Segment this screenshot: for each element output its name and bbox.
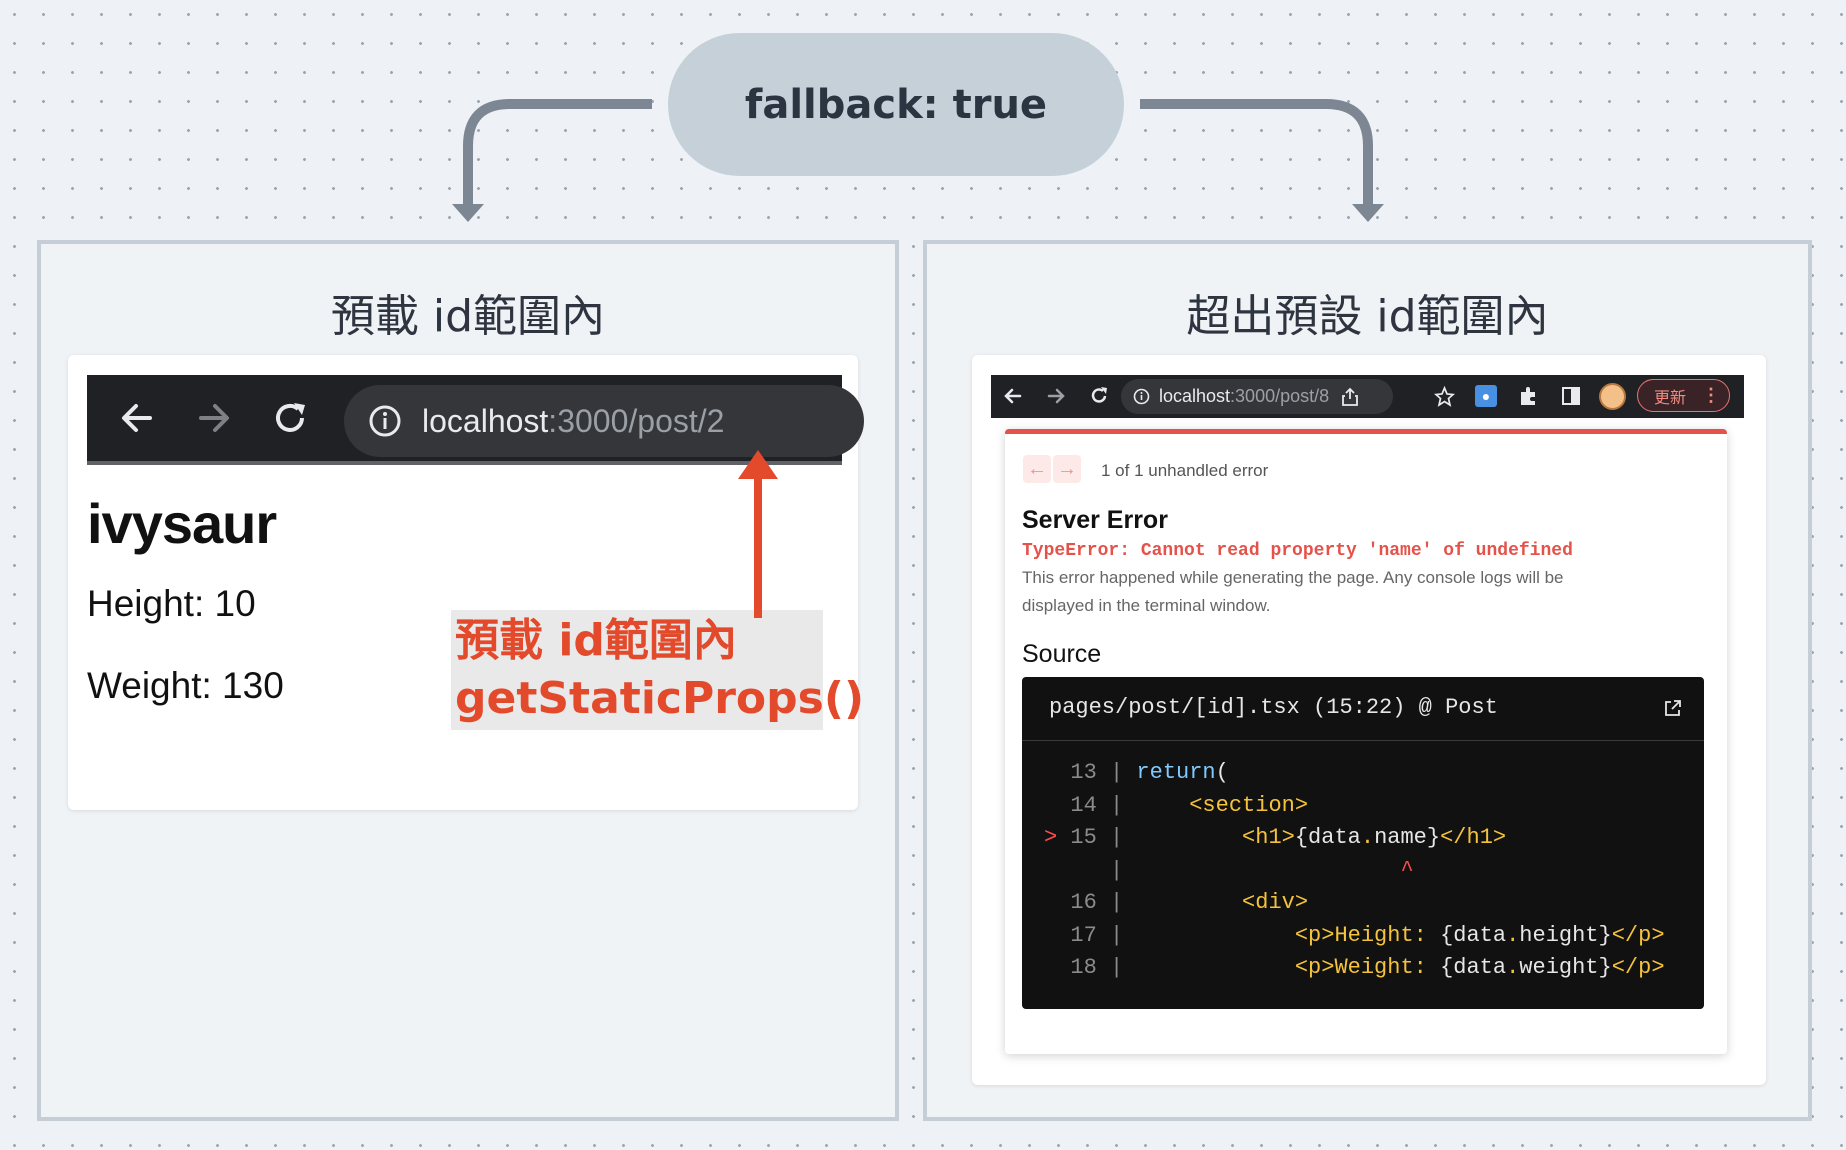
code-lines: 13 | return( 14 | <section> > 15 | <h1>{… [1044, 757, 1665, 985]
forward-icon[interactable] [1046, 386, 1066, 406]
code-line-13: 13 | return( [1044, 760, 1229, 785]
code-divider [1022, 740, 1704, 741]
code-line-18: 18 | <p>Weight: {data.weight}</p> [1044, 955, 1665, 980]
code-line-caret: | ^ [1044, 857, 1414, 883]
left-url-path: :3000/post/2 [548, 402, 725, 439]
update-label: 更新 [1654, 387, 1687, 407]
left-arrow [463, 99, 652, 210]
source-file: pages/post/[id].tsx (15:22) @ Post [1049, 695, 1498, 720]
annotation-line1: 預載 id範圍內 [455, 615, 737, 666]
left-screenshot: localhost:3000/post/2 ivysaur Height: 10… [68, 355, 865, 810]
fallback-label: fallback: true [668, 33, 1124, 176]
right-screenshot: localhost:3000/post/8 ● 更新 ⋮ ← → 1 of 1 … [972, 355, 1766, 1085]
update-button[interactable]: 更新 ⋮ [1637, 379, 1730, 412]
profile-avatar[interactable] [1599, 383, 1626, 410]
annotation-arrow [738, 450, 778, 618]
puzzle-extensions-icon[interactable] [1517, 385, 1539, 407]
left-panel-title: 預載 id範圍內 [330, 291, 606, 342]
left-panel: 預載 id範圍內 localhost:3000/post/2 ivysaur H… [37, 240, 899, 1121]
right-panel: 超出預設 id範圍內 localhost:3000/post/8 ● 更新 ⋮ … [923, 240, 1812, 1121]
source-heading: Source [1022, 640, 1102, 668]
pokemon-height: Height: 10 [87, 583, 256, 624]
open-in-editor-icon[interactable] [1663, 698, 1683, 718]
extension-drop-icon[interactable]: ● [1475, 385, 1497, 407]
annotation-line2: getStaticProps() [455, 673, 865, 724]
reload-icon[interactable] [1089, 386, 1109, 406]
info-icon [369, 405, 401, 437]
annotation-note: 預載 id範圍內 getStaticProps() [451, 610, 865, 730]
prev-error-button[interactable]: ← [1023, 455, 1051, 483]
next-error-button[interactable]: → [1053, 455, 1081, 483]
reload-icon[interactable] [271, 399, 309, 437]
right-address-bar[interactable]: localhost:3000/post/8 [1121, 379, 1393, 414]
forward-icon[interactable] [196, 400, 232, 436]
kebab-menu-icon[interactable]: ⋮ [1702, 385, 1720, 406]
back-icon[interactable] [1003, 386, 1023, 406]
share-icon[interactable] [1341, 387, 1359, 407]
right-url-path: :3000/post/8 [1230, 386, 1330, 406]
left-arrowhead [452, 204, 484, 222]
right-browser-toolbar: localhost:3000/post/8 ● 更新 ⋮ [991, 375, 1744, 418]
error-description-1: This error happened while generating the… [1022, 568, 1564, 587]
error-type: TypeError: Cannot read property 'name' o… [1022, 541, 1573, 561]
code-line-14: 14 | <section> [1044, 792, 1309, 818]
error-title: Server Error [1022, 506, 1168, 534]
bookmark-star-icon[interactable] [1434, 386, 1455, 407]
back-icon[interactable] [119, 400, 155, 436]
code-line-15: > 15 | <h1>{data.name}</h1> [1044, 825, 1507, 850]
right-panel-title: 超出預設 id範圍內 [1186, 291, 1549, 342]
source-code-frame: pages/post/[id].tsx (15:22) @ Post 13 | … [1022, 677, 1704, 1009]
left-url-host: localhost [422, 402, 549, 439]
info-icon [1133, 388, 1150, 405]
right-url-host: localhost [1159, 386, 1231, 406]
error-overlay: ← → 1 of 1 unhandled error Server Error … [1005, 429, 1727, 1054]
right-arrowhead [1352, 204, 1384, 222]
pokemon-weight: Weight: 130 [87, 665, 284, 706]
code-line-17: 17 | <p>Height: {data.height}</p> [1044, 922, 1665, 948]
right-arrow [1140, 99, 1373, 210]
error-count: 1 of 1 unhandled error [1101, 461, 1269, 480]
error-description-2: displayed in the terminal window. [1022, 596, 1271, 615]
code-line-16: 16 | <div> [1044, 890, 1309, 915]
side-panel-icon[interactable] [1561, 386, 1581, 406]
pokemon-name: ivysaur [87, 492, 277, 555]
